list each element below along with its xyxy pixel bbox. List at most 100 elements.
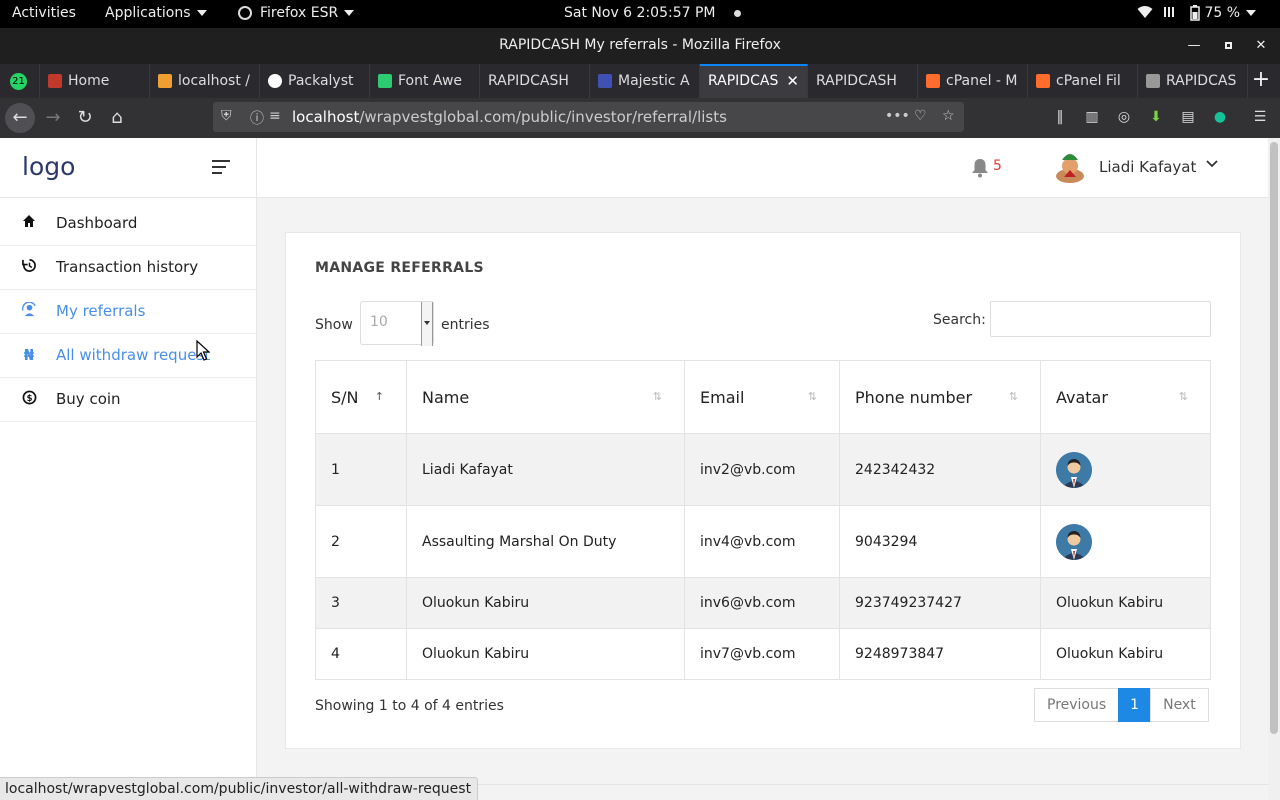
reload-icon[interactable]: ↻ <box>70 103 100 133</box>
entries-select[interactable]: 10 <box>360 301 434 346</box>
column-header-email[interactable]: Email ⇅ <box>684 360 840 434</box>
cell-avatar: Oluokun Kabiru <box>1040 628 1211 680</box>
back-icon[interactable]: ← <box>5 103 35 133</box>
cell-email: inv6@vb.com <box>684 577 840 629</box>
permissions-icon[interactable]: ≡ <box>269 108 281 124</box>
maximize-icon[interactable] <box>1218 36 1238 56</box>
column-header-label: S/N <box>331 387 359 407</box>
sidebar-item-transaction-history[interactable]: Transaction history <box>0 246 256 290</box>
scrollbar-thumb[interactable] <box>1270 142 1278 734</box>
sidebar-item-all-withdraw-request[interactable]: ₦ All withdraw request <box>0 334 256 378</box>
tab-label: Packalyst <box>288 73 354 89</box>
download-icon[interactable]: ⬇ <box>1146 107 1166 127</box>
close-icon[interactable]: ✕ <box>1251 36 1271 56</box>
page-1-button[interactable]: 1 <box>1118 688 1152 722</box>
page-header: 5 Liadi Kafayat <box>257 138 1268 198</box>
tab-label: RAPIDCASH <box>816 73 897 89</box>
forward-icon[interactable]: → <box>38 103 68 133</box>
tab-rapidcash-active[interactable]: RAPIDCAS ✕ <box>700 64 808 98</box>
tab-majestic[interactable]: Majestic A <box>590 64 700 98</box>
activities-button[interactable]: Activities <box>12 5 76 21</box>
referrals-table: S/N ↑ Name ⇅ Email ⇅ Phone number ⇅ Avatar ⇅ … <box>315 360 1211 680</box>
cell-avatar <box>1040 433 1211 506</box>
avatar[interactable] <box>1054 150 1086 184</box>
bell-icon[interactable] <box>971 158 991 178</box>
home-icon[interactable]: ⌂ <box>102 103 132 133</box>
previous-button[interactable]: Previous <box>1034 688 1120 722</box>
column-header-sn[interactable]: S/N ↑ <box>315 360 407 434</box>
cell-sn: 3 <box>315 577 407 629</box>
url-host: localhost <box>292 108 360 126</box>
account-icon[interactable]: ◎ <box>1114 107 1134 127</box>
show-label: Show <box>315 317 353 333</box>
sidebar-item-buy-coin[interactable]: $ Buy coin <box>0 378 256 422</box>
grammarly-icon[interactable]: ● <box>1210 107 1230 127</box>
cell-name: Liadi Kafayat <box>406 433 685 506</box>
tab-rapidcash-1[interactable]: RAPIDCASH <box>480 64 590 98</box>
mouse-pointer-icon <box>196 339 211 362</box>
search-input[interactable] <box>990 301 1211 337</box>
tab-localhost[interactable]: localhost / <box>150 64 260 98</box>
user-avatar-icon <box>1056 451 1092 488</box>
tab-label: Home <box>68 73 110 89</box>
firefox-app-menu[interactable]: Firefox ESR <box>238 5 355 21</box>
tab-font-awesome[interactable]: Font Awe <box>370 64 480 98</box>
cell-phone: 9248973847 <box>839 628 1041 680</box>
info-icon[interactable]: ⓘ <box>250 108 264 128</box>
tab-label: localhost / <box>178 73 251 89</box>
sidebar-item-my-referrals[interactable]: My referrals <box>0 290 256 334</box>
notification-count: 5 <box>993 158 1002 174</box>
bootstrap-icon <box>598 74 612 88</box>
url-bar[interactable]: ⛨ ⓘ ≡ localhost/wrapvestglobal.com/publi… <box>213 102 964 132</box>
tab-label: RAPIDCAS <box>708 73 779 89</box>
column-header-name[interactable]: Name ⇅ <box>406 360 685 434</box>
applications-menu[interactable]: Applications <box>105 5 207 21</box>
tab-cpanel-files[interactable]: cPanel Fil <box>1028 64 1138 98</box>
next-button[interactable]: Next <box>1150 688 1209 722</box>
tab-whatsapp[interactable]: 21 <box>0 64 40 98</box>
whatsapp-icon: 21 <box>10 72 27 90</box>
cell-email: inv2@vb.com <box>684 433 840 506</box>
url-text[interactable]: localhost/wrapvestglobal.com/public/inve… <box>292 108 727 126</box>
column-header-avatar[interactable]: Avatar ⇅ <box>1040 360 1211 434</box>
logo[interactable]: logo <box>22 152 75 181</box>
chevron-down-icon[interactable] <box>1206 157 1218 172</box>
menu-icon[interactable]: ☰ <box>1250 107 1270 127</box>
user-avatar-icon <box>1056 523 1092 560</box>
menu-toggle-icon[interactable] <box>212 160 232 174</box>
notification-dot-icon <box>733 10 741 17</box>
cell-phone: 242342432 <box>839 433 1041 506</box>
referrals-card: MANAGE REFERRALS Show 10 entries Search:… <box>285 232 1241 749</box>
bookmark-star-icon[interactable]: ☆ <box>942 108 955 124</box>
column-header-label: Avatar <box>1056 387 1108 407</box>
user-name[interactable]: Liadi Kafayat <box>1099 158 1196 176</box>
cell-avatar: Oluokun Kabiru <box>1040 577 1211 629</box>
minimize-icon[interactable]: — <box>1184 36 1204 56</box>
page-actions-icon[interactable]: ••• <box>885 108 910 124</box>
battery-indicator[interactable]: 75 % <box>1190 5 1257 21</box>
tab-rapidcash-2[interactable]: RAPIDCASH <box>808 64 918 98</box>
tab-rapidcash-3[interactable]: RAPIDCAS <box>1138 64 1248 98</box>
sort-asc-icon: ↑ <box>374 390 384 403</box>
cell-sn: 1 <box>315 433 407 506</box>
pocket-icon[interactable]: ♡ <box>914 108 927 124</box>
clock[interactable]: Sat Nov 6 2:05:57 PM <box>564 5 741 21</box>
phpmyadmin-icon <box>158 74 172 88</box>
tab-cpanel-m[interactable]: cPanel - M <box>918 64 1028 98</box>
close-tab-icon[interactable]: ✕ <box>786 66 799 96</box>
search-label: Search: <box>933 312 986 328</box>
library-icon[interactable]: ‖ <box>1050 107 1070 127</box>
cell-phone: 923749237427 <box>839 577 1041 629</box>
sidebar-item-dashboard[interactable]: Dashboard <box>0 202 256 246</box>
tab-packalyst[interactable]: Packalyst <box>260 64 370 98</box>
new-tab-icon[interactable]: + <box>1248 68 1274 94</box>
extension-icon[interactable]: ▤ <box>1178 107 1198 127</box>
tab-label: RAPIDCASH <box>488 73 569 89</box>
shield-icon[interactable]: ⛨ <box>221 108 232 124</box>
wifi-icon[interactable] <box>1137 5 1153 23</box>
tab-home[interactable]: Home <box>40 64 150 98</box>
tab-badge: 21 <box>12 75 25 87</box>
volume-icon[interactable] <box>1164 5 1178 23</box>
column-header-phone[interactable]: Phone number ⇅ <box>839 360 1041 434</box>
sidebar-icon[interactable]: ▥ <box>1082 107 1102 127</box>
